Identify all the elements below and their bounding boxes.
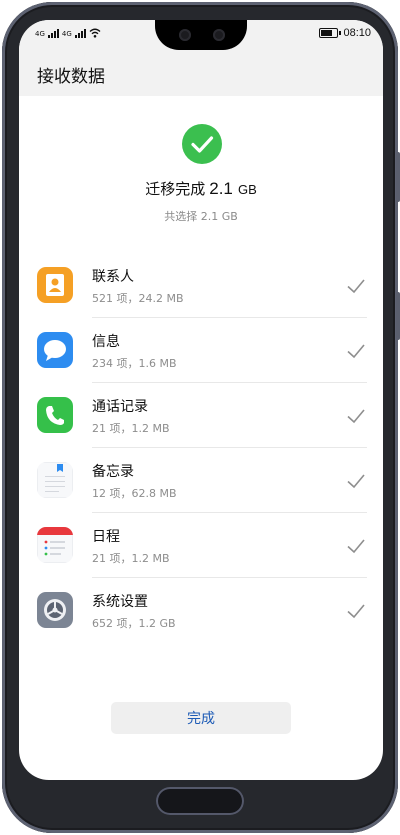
power-button bbox=[396, 292, 400, 340]
check-icon bbox=[347, 604, 365, 619]
clock: 08:10 bbox=[343, 27, 371, 39]
screen: 4G 4G 08:10 接收数据 迁移完成 2.1 GB 共选择 2.1 GB … bbox=[19, 20, 383, 780]
camera-notch bbox=[155, 20, 247, 50]
data-list: 联系人 521 项，24.2 MB 信息 234 项，1.6 MB 通话记录 2… bbox=[19, 253, 383, 643]
item-meta: 234 项，1.6 MB bbox=[92, 357, 177, 370]
summary-unit: GB bbox=[237, 182, 257, 197]
check-icon bbox=[347, 409, 365, 424]
contacts-icon bbox=[37, 267, 73, 303]
status-right: 08:10 bbox=[319, 27, 371, 39]
front-camera bbox=[179, 29, 191, 41]
check-icon bbox=[347, 474, 365, 489]
list-item[interactable]: 通话记录 21 项，1.2 MB bbox=[19, 383, 383, 448]
page-title: 接收数据 bbox=[37, 67, 105, 87]
signal-icon bbox=[47, 28, 59, 38]
item-name: 信息 bbox=[92, 334, 120, 350]
status-bar: 4G 4G 08:10 bbox=[19, 20, 383, 52]
list-item[interactable]: 备忘录 12 项，62.8 MB bbox=[19, 448, 383, 513]
item-meta: 21 项，1.2 MB bbox=[92, 422, 170, 435]
item-name: 备忘录 bbox=[92, 464, 134, 480]
summary-prefix: 迁移完成 bbox=[145, 180, 206, 198]
item-name: 联系人 bbox=[92, 269, 134, 285]
success-check-icon bbox=[182, 124, 222, 164]
sim2-label: 4G bbox=[61, 30, 72, 38]
item-name: 系统设置 bbox=[92, 594, 148, 610]
list-item[interactable]: 联系人 521 项，24.2 MB bbox=[19, 253, 383, 318]
battery-icon bbox=[319, 28, 342, 38]
transfer-summary: 迁移完成 2.1 GB bbox=[19, 178, 383, 199]
calendar-icon bbox=[37, 527, 73, 563]
phone-icon bbox=[37, 397, 73, 433]
item-name: 日程 bbox=[92, 529, 120, 545]
list-item[interactable]: 信息 234 项，1.6 MB bbox=[19, 318, 383, 383]
front-camera-2 bbox=[213, 29, 225, 41]
signal-indicators: 4G 4G bbox=[35, 28, 101, 38]
check-icon bbox=[347, 344, 365, 359]
notes-icon bbox=[37, 462, 73, 498]
item-meta: 12 项，62.8 MB bbox=[92, 487, 177, 500]
item-meta: 652 项，1.2 GB bbox=[92, 617, 176, 630]
done-button[interactable]: 完成 bbox=[111, 702, 291, 734]
item-name: 通话记录 bbox=[92, 399, 148, 415]
home-button[interactable] bbox=[156, 787, 244, 815]
selected-total: 共选择 2.1 GB bbox=[164, 210, 238, 223]
item-meta: 521 项，24.2 MB bbox=[92, 292, 184, 305]
battery-level bbox=[321, 30, 333, 36]
settings-icon bbox=[37, 592, 73, 628]
sim1-label: 4G bbox=[35, 30, 45, 38]
app-header: 接收数据 bbox=[19, 52, 383, 96]
volume-button bbox=[396, 152, 400, 202]
summary-size: 2.1 bbox=[209, 179, 233, 198]
check-icon bbox=[347, 539, 365, 554]
list-item[interactable]: 日程 21 项，1.2 MB bbox=[19, 513, 383, 578]
check-icon bbox=[347, 279, 365, 294]
phone-frame: 4G 4G 08:10 接收数据 迁移完成 2.1 GB 共选择 2.1 GB … bbox=[2, 2, 400, 833]
wifi-icon bbox=[89, 28, 101, 38]
item-meta: 21 项，1.2 MB bbox=[92, 552, 170, 565]
signal-icon-2 bbox=[74, 28, 86, 38]
messages-icon bbox=[37, 332, 73, 368]
list-item[interactable]: 系统设置 652 项，1.2 GB bbox=[19, 578, 383, 643]
